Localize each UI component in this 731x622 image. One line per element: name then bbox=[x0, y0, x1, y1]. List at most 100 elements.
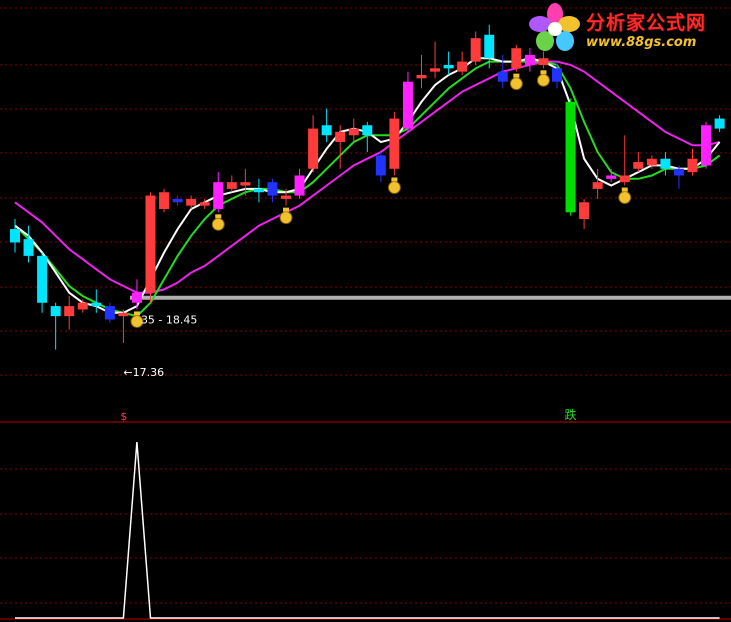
candle bbox=[77, 299, 88, 313]
candle-body bbox=[579, 202, 590, 220]
candle-body bbox=[457, 61, 468, 72]
candle-body bbox=[511, 48, 522, 69]
candles bbox=[10, 24, 725, 350]
candle bbox=[416, 54, 427, 89]
candle bbox=[104, 302, 115, 323]
candle-body bbox=[524, 54, 535, 65]
candle-body bbox=[660, 158, 671, 169]
candle-body bbox=[701, 125, 712, 166]
candle-body bbox=[714, 118, 725, 129]
candle-body bbox=[619, 175, 630, 183]
candle bbox=[294, 168, 305, 199]
money-bag-neck bbox=[283, 207, 289, 212]
candle bbox=[64, 296, 75, 330]
candle-body bbox=[77, 302, 88, 310]
candle bbox=[402, 71, 413, 132]
candle-body bbox=[348, 128, 359, 136]
money-bag-icon bbox=[211, 214, 225, 231]
candle-body bbox=[606, 175, 617, 179]
flower-logo-icon bbox=[529, 3, 580, 51]
money-bag-icon bbox=[536, 70, 550, 87]
candle bbox=[308, 115, 319, 173]
money-bag-neck bbox=[540, 70, 547, 75]
candle-body bbox=[402, 81, 413, 129]
candle-body bbox=[335, 131, 346, 142]
candle bbox=[606, 168, 617, 183]
candle-body bbox=[294, 175, 305, 196]
candle bbox=[37, 252, 48, 313]
candle-body bbox=[226, 182, 237, 189]
candle bbox=[430, 41, 441, 79]
candle bbox=[579, 198, 590, 230]
candle-body bbox=[362, 125, 373, 136]
candle-body bbox=[131, 292, 142, 303]
candle bbox=[633, 152, 644, 173]
candlestick-chart: 35 - 18.45 ←17.36 $ 跌 bbox=[0, 7, 731, 620]
candle-body bbox=[23, 239, 34, 256]
candle-body bbox=[199, 202, 210, 206]
candle-body bbox=[145, 195, 156, 293]
candle-body bbox=[159, 192, 170, 209]
candle bbox=[565, 98, 576, 216]
money-bag-neck bbox=[391, 177, 398, 182]
candle-body bbox=[565, 101, 576, 213]
candle-body bbox=[186, 198, 197, 206]
candle-body bbox=[592, 182, 603, 189]
candle-body bbox=[91, 302, 102, 307]
candle-body bbox=[321, 125, 332, 136]
candle bbox=[457, 51, 468, 75]
candle bbox=[267, 178, 278, 203]
candle-body bbox=[389, 118, 400, 169]
candle bbox=[619, 135, 630, 186]
candle-body bbox=[646, 158, 657, 166]
candle bbox=[131, 279, 142, 310]
watermark-title: 分析家公式网 bbox=[586, 12, 707, 34]
candle bbox=[673, 165, 684, 189]
candle bbox=[348, 118, 359, 142]
candle bbox=[321, 108, 332, 142]
ma-fast-line bbox=[14, 57, 721, 314]
candle-body bbox=[267, 182, 278, 196]
indicator-panel bbox=[15, 441, 720, 619]
moving-average-lines bbox=[14, 57, 721, 318]
candle-body bbox=[240, 182, 251, 186]
panel-separator bbox=[0, 421, 731, 620]
candle bbox=[172, 195, 183, 206]
candle-body bbox=[253, 188, 264, 193]
candle-body bbox=[538, 58, 549, 65]
candle bbox=[213, 172, 224, 213]
range-label: 35 - 18.45 bbox=[141, 313, 197, 326]
money-bag-body bbox=[509, 77, 523, 91]
candle-body bbox=[213, 182, 224, 209]
candle bbox=[701, 121, 712, 169]
candle-body bbox=[172, 198, 183, 203]
candle-body bbox=[50, 306, 61, 317]
candle bbox=[10, 219, 20, 253]
candle-body bbox=[687, 158, 698, 173]
candle-body bbox=[470, 38, 481, 62]
money-bag-neck bbox=[513, 73, 520, 78]
candle bbox=[511, 44, 522, 72]
money-bag-neck bbox=[621, 187, 628, 192]
money-bag-body bbox=[387, 180, 401, 194]
watermark-url: www.88gs.com bbox=[586, 35, 697, 50]
candle-body bbox=[118, 312, 129, 317]
candle bbox=[159, 188, 170, 213]
money-bag-icon bbox=[387, 177, 401, 194]
candle bbox=[253, 178, 264, 203]
candle-body bbox=[633, 162, 644, 169]
candle bbox=[118, 309, 129, 343]
candle-body bbox=[281, 195, 291, 199]
candle-body bbox=[375, 155, 386, 176]
candle-body bbox=[416, 74, 427, 79]
money-bag-neck bbox=[133, 311, 140, 316]
candle-body bbox=[10, 229, 20, 243]
ma-mid-line bbox=[14, 60, 721, 318]
low-price-label: ←17.36 bbox=[123, 366, 164, 379]
watermark-logo: 分析家公式网 www.88gs.com bbox=[528, 2, 728, 56]
candle bbox=[389, 111, 400, 176]
money-bag-neck bbox=[215, 214, 222, 219]
indicator-line bbox=[15, 441, 720, 619]
candle bbox=[470, 31, 481, 65]
candle bbox=[375, 152, 386, 183]
